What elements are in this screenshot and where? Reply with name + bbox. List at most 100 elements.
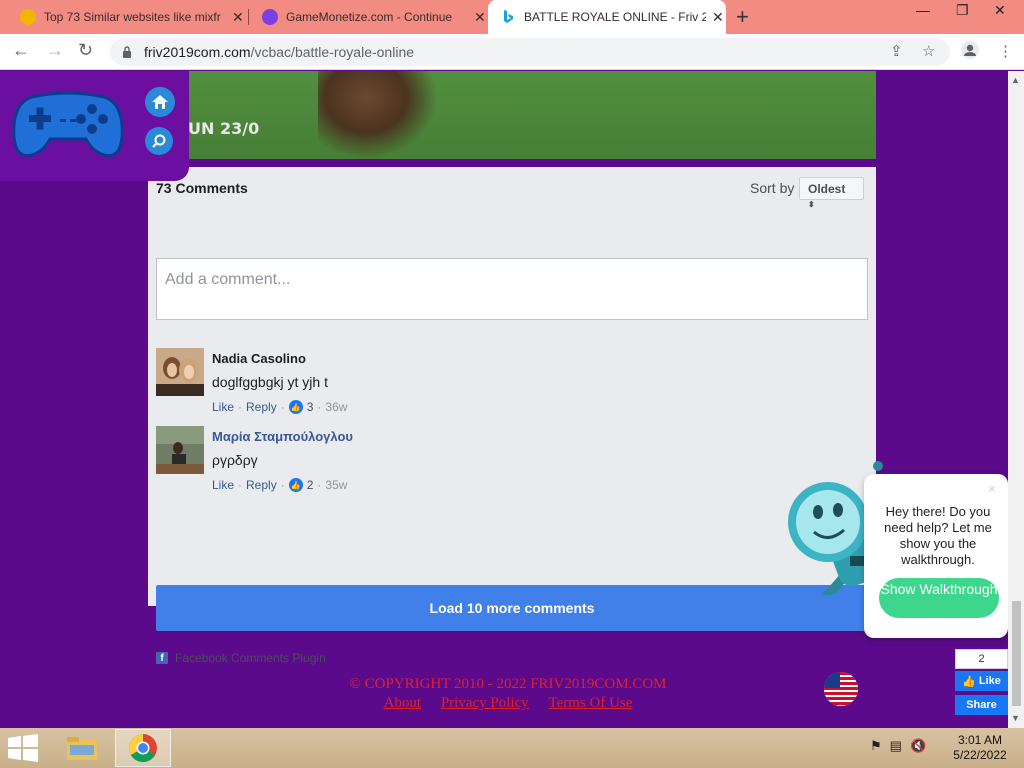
plugin-label: Facebook Comments Plugin [175, 651, 326, 665]
url-path: /vcbac/battle-royale-online [250, 44, 415, 60]
show-walkthrough-button[interactable]: Show Walkthrough [879, 578, 999, 618]
share-icon[interactable]: ⇪ [890, 42, 903, 60]
new-tab-button[interactable]: + [736, 4, 749, 30]
action-center-flag-icon[interactable]: ⚑ [870, 738, 882, 754]
tab-separator [248, 9, 249, 25]
game-background [148, 71, 876, 159]
search-button[interactable] [145, 127, 173, 155]
comment-time[interactable]: 35w [325, 478, 347, 492]
comment-time[interactable]: 36w [325, 400, 347, 414]
clock-time: 3:01 AM [957, 733, 1003, 747]
windows-taskbar: ⚑ ▤ 🔇 3:01 AM 5/22/2022 [0, 728, 1024, 768]
tab-bar: Top 73 Similar websites like mixfr ✕ Gam… [0, 0, 1024, 34]
taskbar-clock[interactable]: 3:01 AM 5/22/2022 [944, 733, 1016, 763]
tab-similar-websites[interactable]: Top 73 Similar websites like mixfr ✕ [8, 0, 246, 34]
play-favicon-icon [262, 9, 278, 25]
reply-link[interactable]: Reply [246, 400, 277, 414]
bing-favicon-icon [504, 10, 513, 23]
chrome-taskbar-icon[interactable] [115, 729, 171, 767]
close-window-icon[interactable]: ✕ [994, 2, 1006, 19]
sort-value: Oldest [808, 182, 846, 196]
clock-date: 5/22/2022 [953, 748, 1007, 762]
like-count-box: 2 [955, 649, 1008, 669]
site-logo-panel [0, 71, 189, 181]
us-flag-icon[interactable] [824, 672, 858, 706]
thumbs-up-icon: 👍 [288, 400, 303, 414]
close-tab-icon[interactable]: ✕ [474, 9, 486, 26]
profile-icon[interactable] [960, 40, 980, 64]
thumbs-up-icon: 👍 [962, 675, 976, 688]
like-label: Like [978, 675, 1001, 687]
tab-gamemonetize[interactable]: GameMonetize.com - Continue ✕ [250, 0, 486, 34]
comment-item: Nadia Casolino doglfggbgkj yt yjh t Like… [156, 348, 868, 420]
load-more-comments-button[interactable]: Load 10 more comments [156, 585, 868, 631]
search-icon [152, 134, 166, 148]
menu-kebab-icon[interactable]: ⋮ [998, 42, 1013, 60]
restore-icon[interactable]: ❐ [956, 2, 969, 19]
network-icon[interactable]: ▤ [890, 738, 902, 754]
comment-count: 73 Comments [156, 180, 248, 196]
comment-text: doglfggbgkj yt yjh t [212, 374, 328, 390]
game-bottom-strip [148, 159, 876, 167]
facebook-comments: 73 Comments Sort by Oldest ⬍ Add a comme… [148, 167, 876, 665]
scroll-down-icon[interactable]: ▼ [1011, 713, 1020, 723]
comment-actions: Like · Reply · 👍 2 · 35w [212, 478, 348, 492]
close-tab-icon[interactable]: ✕ [712, 9, 724, 26]
home-icon [152, 95, 168, 109]
close-tab-icon[interactable]: ✕ [232, 9, 244, 26]
avatar [156, 426, 204, 474]
address-bar[interactable]: friv2019com.com/vcbac/battle-royale-onli… [110, 38, 950, 66]
scrollbar-thumb[interactable] [1012, 601, 1021, 706]
system-tray: ⚑ ▤ 🔇 [870, 738, 926, 754]
search-favicon-icon [20, 9, 36, 25]
windows-start-icon[interactable] [6, 734, 40, 762]
scroll-up-icon[interactable]: ▲ [1011, 75, 1020, 85]
terms-of-use-link[interactable]: Terms Of Use [548, 695, 632, 711]
game-frame[interactable]: UN 23/0 [148, 71, 876, 159]
minimize-icon[interactable]: — [916, 2, 930, 18]
footer-links: About Privacy Policy Terms Of Use [0, 695, 1008, 712]
help-bubble: × Hey there! Do you need help? Let me sh… [864, 474, 1008, 638]
comment-item: Μαρία Σταμπούλογλου ργρδργ Like · Reply … [156, 426, 868, 498]
url-host: friv2019com.com [144, 44, 251, 60]
gamepad-logo-icon[interactable] [12, 89, 124, 161]
like-count: 3 [306, 400, 314, 414]
comment-author[interactable]: Nadia Casolino [212, 351, 306, 366]
comment-text: ργρδργ [212, 452, 258, 468]
file-explorer-icon[interactable] [54, 729, 110, 767]
lock-icon [123, 46, 131, 58]
thumbs-up-icon: 👍 [288, 478, 303, 492]
home-button[interactable] [145, 87, 175, 117]
help-text: Hey there! Do you need help? Let me show… [884, 504, 992, 567]
browser-toolbar: ← → ↻ friv2019com.com/vcbac/battle-royal… [0, 34, 1024, 70]
sort-select[interactable]: Oldest ⬍ [799, 177, 864, 209]
close-icon[interactable]: × [988, 481, 996, 496]
about-link[interactable]: About [384, 695, 422, 711]
facebook-like-button[interactable]: 👍 Like [955, 671, 1008, 691]
back-icon[interactable]: ← [12, 40, 30, 61]
comment-actions: Like · Reply · 👍 3 · 36w [212, 400, 348, 414]
forward-icon[interactable]: → [46, 40, 64, 61]
game-character [318, 71, 438, 159]
bookmark-star-icon[interactable]: ☆ [922, 42, 935, 60]
tab-title: GameMonetize.com - Continue [286, 10, 453, 24]
like-link[interactable]: Like [212, 400, 234, 414]
reload-icon[interactable]: ↻ [78, 40, 93, 61]
page-scrollbar[interactable]: ▲ ▼ [1008, 71, 1024, 728]
facebook-comments-plugin-link[interactable]: f Facebook Comments Plugin [156, 651, 326, 665]
like-link[interactable]: Like [212, 478, 234, 492]
sort-label: Sort by [750, 180, 795, 196]
facebook-icon: f [156, 652, 168, 664]
sort-arrows-icon: ⬍ [808, 200, 815, 209]
tab-title: Top 73 Similar websites like mixfr [44, 10, 221, 24]
comment-author[interactable]: Μαρία Σταμπούλογλου [212, 429, 353, 444]
page-viewport: UN 23/0 73 Comments Sort by Oldest ⬍ Add… [0, 71, 1008, 728]
facebook-like-widget: 2 👍 Like Share [955, 649, 1008, 715]
tab-battle-royale[interactable]: BATTLE ROYALE ONLINE - Friv 20 ✕ [488, 0, 726, 34]
privacy-policy-link[interactable]: Privacy Policy [441, 695, 529, 711]
game-hud-text: UN 23/0 [188, 119, 260, 138]
volume-muted-icon[interactable]: 🔇 [910, 738, 926, 754]
facebook-share-button[interactable]: Share [955, 695, 1008, 715]
comment-input[interactable]: Add a comment... [156, 258, 868, 320]
reply-link[interactable]: Reply [246, 478, 277, 492]
